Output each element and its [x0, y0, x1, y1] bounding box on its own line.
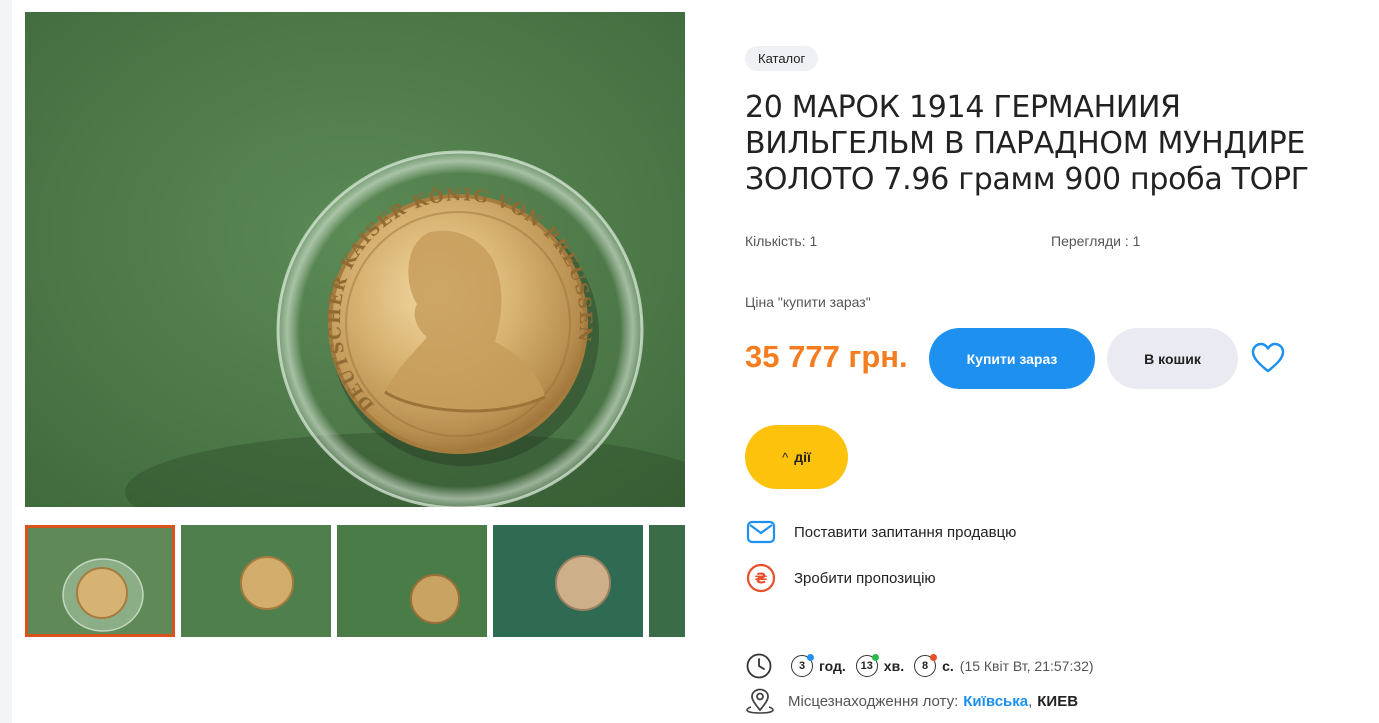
catalog-tag[interactable]: Каталог [745, 46, 819, 71]
make-offer-label: Зробити пропозицію [794, 569, 936, 587]
thumbnail-2[interactable] [181, 525, 331, 637]
main-photo[interactable]: DEUTSCHER KAISER KÖNIG VON PREUSSEN [25, 12, 685, 507]
chevron-up-icon: ^ [782, 449, 789, 465]
page-title: 20 МАРОК 1914 ГЕРМАНИИЯ ВИЛЬГЕЛЬМ В ПАРА… [745, 90, 1309, 197]
svg-text:₴: ₴ [755, 570, 768, 588]
region-link[interactable]: Київська [963, 693, 1028, 710]
favorite-button[interactable] [1251, 342, 1285, 374]
envelope-icon [745, 518, 777, 546]
coin-main-image: DEUTSCHER KAISER KÖNIG VON PREUSSEN [25, 12, 685, 507]
views-text: Перегляди : 1 [1051, 233, 1141, 249]
price-value: 35 777 грн. [745, 339, 908, 374]
location-pin-icon [746, 688, 774, 714]
hryvnia-icon: ₴ [745, 563, 777, 593]
actions-button[interactable]: ^ дії [745, 425, 848, 489]
timer-hours: 3 [791, 654, 814, 677]
timer-hours-unit: год. [819, 658, 846, 674]
buy-now-button[interactable]: Купити зараз [929, 328, 1095, 389]
location-separator: , [1028, 692, 1033, 710]
quantity-text: Кількість: 1 [745, 233, 818, 249]
make-offer-link[interactable]: ₴ Зробити пропозицію [745, 563, 936, 593]
timer-minutes-unit: хв. [883, 658, 905, 674]
lot-page: DEUTSCHER KAISER KÖNIG VON PREUSSEN Ката… [0, 0, 1379, 723]
auction-timer: 3 год. 13 хв. 8 с. (15 Квіт Вт, 21:57:32… [745, 652, 1094, 680]
city-text: КИЕВ [1037, 692, 1079, 710]
thumbnail-5[interactable] [649, 525, 685, 637]
timer-seconds-unit: с. [942, 658, 954, 674]
price-label: Ціна "купити зараз" [745, 294, 871, 310]
thumbnail-strip [25, 525, 685, 637]
ask-seller-label: Поставити запитання продавцю [794, 523, 1017, 541]
heart-icon [1251, 342, 1285, 373]
lot-location: Місцезнаходження лоту: Київська, КИЕВ [745, 688, 1078, 714]
timer-seconds: 8 [914, 654, 938, 677]
actions-label: дії [794, 449, 811, 465]
thumbnail-3[interactable] [337, 525, 487, 637]
page-left-edge [0, 0, 12, 723]
lot-meta: Кількість: 1 Перегляди : 1 [745, 233, 1345, 249]
clock-icon [746, 653, 772, 679]
ask-seller-link[interactable]: Поставити запитання продавцю [745, 518, 1016, 546]
auction-end-date: (15 Квіт Вт, 21:57:32) [959, 658, 1094, 674]
add-to-cart-button[interactable]: В кошик [1107, 328, 1238, 389]
location-label: Місцезнаходження лоту: [788, 692, 959, 710]
thumbnail-4[interactable] [493, 525, 643, 637]
thumbnail-1[interactable] [25, 525, 175, 637]
lot-details: Каталог 20 МАРОК 1914 ГЕРМАНИИЯ ВИЛЬГЕЛЬ… [745, 46, 1345, 714]
timer-minutes: 13 [855, 654, 879, 677]
